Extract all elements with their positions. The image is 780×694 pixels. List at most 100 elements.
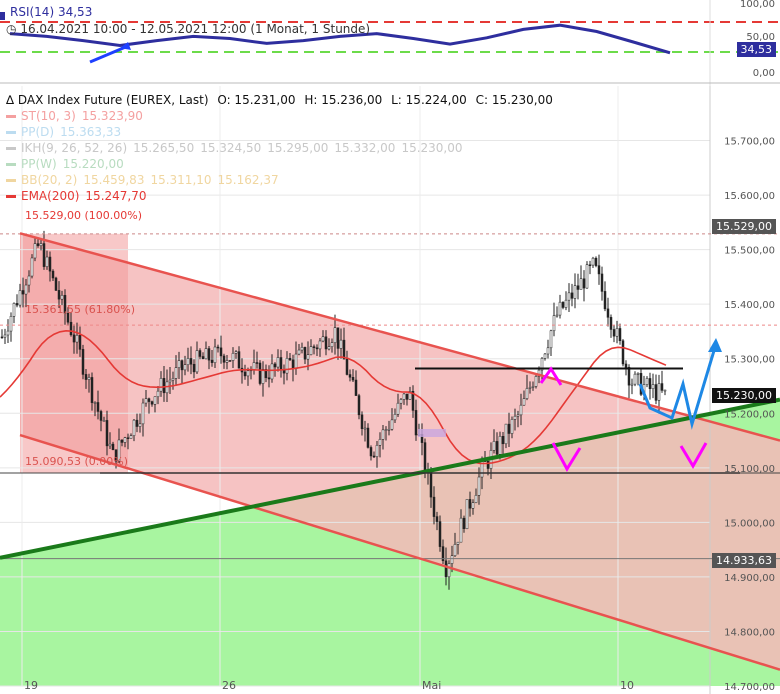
candle-body <box>180 360 184 371</box>
rsi-name: RSI(14) <box>10 5 55 19</box>
candle-body <box>195 350 199 373</box>
candle-body <box>339 339 343 349</box>
y-tick-label: 15.000,00 <box>724 518 775 529</box>
candle-body <box>474 495 478 503</box>
candle-body <box>348 374 352 378</box>
candle-body <box>615 328 619 337</box>
candle-body <box>435 516 439 522</box>
rsi-value: 34,53 <box>57 5 93 19</box>
candle-body <box>468 499 472 509</box>
x-tick-label: Mai <box>422 679 441 692</box>
candle-body <box>192 363 196 373</box>
candle-body <box>222 355 226 363</box>
candle-body <box>414 410 418 436</box>
candle-body <box>57 290 61 300</box>
candle-body <box>273 363 277 368</box>
candle-body <box>585 264 589 289</box>
candle-body <box>39 243 43 246</box>
candle-body <box>300 347 304 351</box>
candle-body <box>402 393 406 400</box>
legend-values: 15.323,90 <box>76 109 143 123</box>
candle-body <box>651 384 655 389</box>
legend-swatch <box>6 115 16 118</box>
candle-body <box>513 415 517 420</box>
candle-body <box>321 336 325 342</box>
candle-body <box>60 295 64 300</box>
candle-body <box>459 517 463 543</box>
legend-values: 15.363,33 <box>54 125 121 139</box>
y-tick-label: 14.800,00 <box>724 627 775 638</box>
candle-body <box>210 359 214 363</box>
candle-body <box>357 395 361 416</box>
candle-body <box>27 275 31 286</box>
instrument-title: DAX Index Future (EUREX, Last) <box>17 93 209 107</box>
legend-value: 15.311,10 <box>150 173 212 187</box>
candle-body <box>579 278 583 290</box>
candle-body <box>633 373 637 385</box>
candle-body <box>405 393 409 400</box>
candle-body <box>543 353 547 359</box>
candle-body <box>351 377 355 381</box>
candle-body <box>93 402 97 404</box>
candle-body <box>81 349 85 375</box>
legend-value: 15.247,70 <box>85 189 147 203</box>
rsi-value-badge: 34,53 <box>736 42 776 57</box>
candle-body <box>90 377 94 403</box>
candle-body <box>324 336 328 350</box>
candle-body <box>618 328 622 341</box>
candle-body <box>183 364 187 371</box>
candle-body <box>261 369 265 384</box>
candle-body <box>255 362 259 364</box>
candle-body <box>126 437 130 439</box>
candle-body <box>573 285 577 299</box>
candle-body <box>396 402 400 415</box>
rsi-axis-tick-100: 100,00 <box>740 0 775 10</box>
candle-body <box>168 379 172 383</box>
legend-value: 15.324,50 <box>200 141 262 155</box>
x-tick-label: 26 <box>222 679 236 692</box>
candle-body <box>51 270 55 279</box>
candle-body <box>384 429 388 431</box>
ohlc-open: O: 15.231,00 <box>217 93 296 107</box>
ohlc-low: L: 15.224,00 <box>391 93 467 107</box>
legend-item: ST(10, 3) 15.323,90 <box>6 109 143 123</box>
candle-body <box>501 436 505 445</box>
clock-icon: ◷ <box>6 22 17 36</box>
legend-values: 15.459,83 15.311,10 15.162,37 <box>77 173 278 187</box>
rsi-resolution: (1 Monat, 1 Stunde) <box>250 22 371 36</box>
y-tick-label: 15.700,00 <box>724 137 775 148</box>
candle-body <box>519 404 523 416</box>
candle-body <box>75 334 79 343</box>
candle-body <box>648 378 652 389</box>
candle-body <box>99 411 103 421</box>
y-tick-label: 15.400,00 <box>724 300 775 311</box>
candle-body <box>156 390 160 398</box>
candle-body <box>525 388 529 399</box>
candle-body <box>159 378 163 392</box>
candle-body <box>96 402 100 412</box>
candle-body <box>636 373 640 375</box>
candle-body <box>570 292 574 299</box>
candle-body <box>495 441 499 455</box>
candle-body <box>531 386 535 388</box>
candle-body <box>561 301 565 308</box>
candle-body <box>555 314 559 317</box>
candle-body <box>366 427 370 448</box>
candle-body <box>228 360 232 362</box>
candle-body <box>600 273 604 292</box>
candle-body <box>288 358 292 361</box>
candles-icon: ∆ <box>6 93 15 107</box>
candle-body <box>429 471 433 498</box>
candle-body <box>216 346 220 349</box>
candle-body <box>534 376 538 387</box>
legend-item: EMA(200) 15.247,70 <box>6 189 147 203</box>
candle-body <box>657 383 661 401</box>
candle-body <box>516 414 520 417</box>
candle-body <box>147 398 151 402</box>
candle-body <box>33 243 37 259</box>
legend-values: 15.247,70 <box>79 189 146 203</box>
candle-body <box>45 256 49 267</box>
candle-body <box>312 346 316 348</box>
candle-body <box>663 389 667 392</box>
candle-body <box>69 321 73 336</box>
